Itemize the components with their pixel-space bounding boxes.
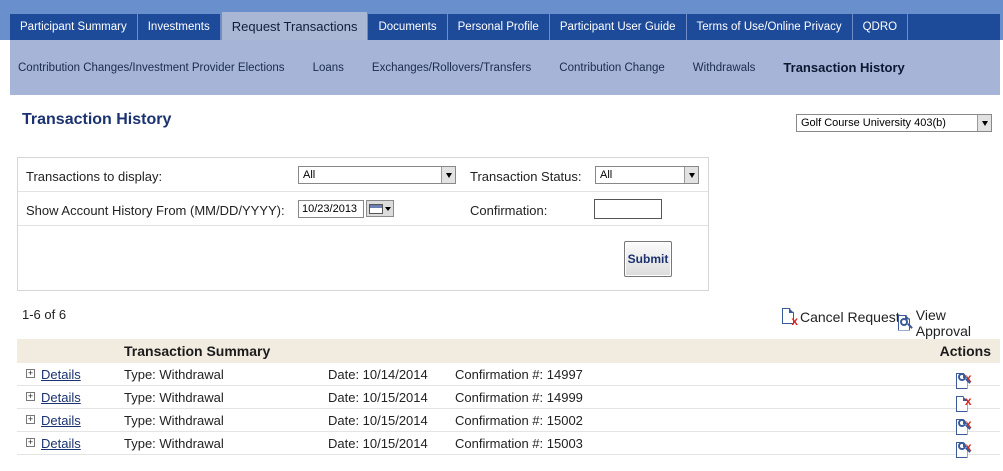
filter-row-transactions: Transactions to display: All Transaction… (18, 158, 708, 192)
expand-icon[interactable]: + (26, 392, 35, 401)
legend-cancel-request-label: Cancel Request (800, 308, 900, 325)
transactions-to-display-select[interactable]: All (298, 166, 456, 184)
details-link[interactable]: Details (41, 413, 81, 428)
row-type: Type: Withdrawal (124, 390, 224, 405)
row-confirmation: Confirmation #: 14997 (455, 367, 583, 382)
transactions-to-display-value: All (303, 169, 316, 181)
row-type: Type: Withdrawal (124, 413, 224, 428)
top-navigation: Participant Summary Investments Request … (0, 0, 1003, 40)
row-confirmation: Confirmation #: 14999 (455, 390, 583, 405)
tab-participant-user-guide[interactable]: Participant User Guide (550, 14, 687, 40)
tab-documents[interactable]: Documents (368, 14, 448, 40)
history-from-label: Show Account History From (MM/DD/YYYY): (26, 203, 285, 218)
row-date: Date: 10/15/2014 (328, 436, 428, 451)
expand-icon[interactable]: + (26, 438, 35, 447)
tab-personal-profile[interactable]: Personal Profile (448, 14, 550, 40)
tab-qdro[interactable]: QDRO (853, 14, 909, 40)
tab-terms-of-use[interactable]: Terms of Use/Online Privacy (687, 14, 853, 40)
details-link[interactable]: Details (41, 390, 81, 405)
row-confirmation: Confirmation #: 15003 (455, 436, 583, 451)
view-approval-icon (897, 314, 914, 333)
calendar-button[interactable] (366, 200, 394, 217)
confirmation-input[interactable] (594, 199, 662, 219)
filter-row-history: Show Account History From (MM/DD/YYYY): … (18, 192, 708, 226)
details-link[interactable]: Details (41, 436, 81, 451)
legend-view-approval: View Approval (897, 307, 1003, 339)
tab-request-transactions[interactable]: Request Transactions (220, 12, 369, 40)
row-actions: x (943, 388, 983, 412)
row-type: Type: Withdrawal (124, 367, 224, 382)
row-actions: x (943, 365, 983, 389)
row-date: Date: 10/15/2014 (328, 413, 428, 428)
subnav-contribution-change[interactable]: Contribution Change (559, 62, 665, 74)
subnav-withdrawals[interactable]: Withdrawals (693, 62, 756, 74)
legend-view-approval-label: View Approval (915, 307, 972, 339)
table-row: + Details Type: Withdrawal Date: 10/15/2… (17, 386, 1000, 412)
tab-participant-summary[interactable]: Participant Summary (10, 14, 138, 40)
chevron-down-icon (385, 206, 391, 211)
tab-investments[interactable]: Investments (138, 14, 221, 40)
results-count: 1-6 of 6 (22, 307, 67, 322)
table-header: Transaction Summary Actions (17, 339, 1000, 363)
chevron-down-icon[interactable] (684, 167, 698, 183)
row-type: Type: Withdrawal (124, 436, 224, 451)
row-actions: x (943, 434, 983, 458)
transaction-status-value: All (600, 169, 613, 181)
table-row: + Details Type: Withdrawal Date: 10/14/2… (17, 363, 1000, 389)
chevron-down-icon[interactable] (441, 167, 455, 183)
row-date: Date: 10/15/2014 (328, 390, 428, 405)
sub-navigation: Contribution Changes/Investment Provider… (10, 40, 1000, 95)
header-actions: Actions (939, 343, 991, 359)
page-title: Transaction History (22, 111, 172, 128)
details-link[interactable]: Details (41, 367, 81, 382)
row-confirmation: Confirmation #: 15002 (455, 413, 583, 428)
subnav-loans[interactable]: Loans (313, 62, 344, 74)
cancel-request-icon: x (781, 307, 798, 327)
subnav-exchanges-rollovers-transfers[interactable]: Exchanges/Rollovers/Transfers (372, 62, 531, 74)
plan-select-value: Golf Course University 403(b) (801, 117, 946, 129)
confirmation-label: Confirmation: (470, 203, 548, 218)
main-tab-bar: Participant Summary Investments Request … (10, 12, 1000, 40)
transactions-to-display-label: Transactions to display: (26, 169, 163, 184)
row-date: Date: 10/14/2014 (328, 367, 428, 382)
transaction-status-select[interactable]: All (595, 166, 699, 184)
table-row: + Details Type: Withdrawal Date: 10/15/2… (17, 409, 1000, 435)
filter-panel: Transactions to display: All Transaction… (17, 157, 709, 291)
expand-icon[interactable]: + (26, 415, 35, 424)
calendar-icon (369, 203, 383, 214)
table-row: + Details Type: Withdrawal Date: 10/15/2… (17, 432, 1000, 458)
transaction-table: Transaction Summary Actions + Details Ty… (17, 339, 1000, 458)
chevron-down-icon[interactable] (977, 115, 991, 131)
expand-icon[interactable]: + (26, 369, 35, 378)
header-transaction-summary: Transaction Summary (124, 343, 271, 359)
row-actions: x (943, 411, 983, 435)
view-approval-icon[interactable] (955, 438, 972, 458)
subnav-transaction-history[interactable]: Transaction History (783, 60, 904, 75)
subnav-contribution-changes[interactable]: Contribution Changes/Investment Provider… (18, 62, 285, 74)
plan-select[interactable]: Golf Course University 403(b) (796, 114, 992, 132)
history-from-date-input[interactable]: 10/23/2013 (298, 200, 364, 218)
submit-button[interactable]: Submit (624, 241, 672, 277)
legend-cancel-request: x Cancel Request (781, 307, 900, 327)
transaction-status-label: Transaction Status: (470, 169, 582, 184)
